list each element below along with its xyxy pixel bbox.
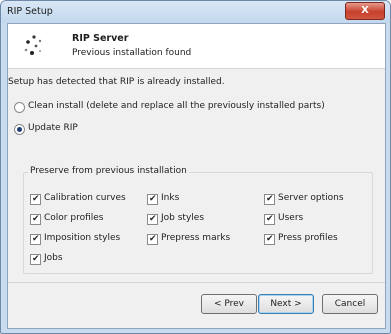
check-icon: ✔ — [266, 214, 274, 224]
checkbox-server-options[interactable]: ✔ — [264, 194, 275, 205]
check-icon: ✔ — [149, 234, 157, 244]
check-icon: ✔ — [149, 194, 157, 204]
clean-install-radio[interactable] — [14, 102, 25, 113]
label-server-options[interactable]: Server options — [278, 193, 344, 203]
checkbox-jobs[interactable]: ✔ — [30, 254, 41, 265]
label-prepress-marks[interactable]: Prepress marks — [161, 233, 230, 243]
check-icon: ✔ — [266, 234, 274, 244]
close-button[interactable]: X — [345, 2, 385, 20]
radio-selected-dot — [17, 127, 22, 132]
update-rip-radio[interactable] — [14, 124, 25, 135]
check-icon: ✔ — [32, 194, 40, 204]
title-bar[interactable]: RIP Setup X — [1, 1, 390, 23]
label-calibration-curves[interactable]: Calibration curves — [44, 193, 126, 203]
next-button[interactable]: Next > — [258, 294, 314, 314]
header-subtitle: Previous installation found — [72, 48, 192, 58]
cancel-button[interactable]: Cancel — [322, 294, 378, 314]
checkbox-imposition-styles[interactable]: ✔ — [30, 234, 41, 245]
label-color-profiles[interactable]: Color profiles — [44, 213, 103, 223]
checkbox-color-profiles[interactable]: ✔ — [30, 214, 41, 225]
checkbox-calibration-curves[interactable]: ✔ — [30, 194, 41, 205]
window-title: RIP Setup — [7, 6, 53, 17]
update-rip-label[interactable]: Update RIP — [28, 123, 78, 133]
check-icon: ✔ — [32, 214, 40, 224]
checkbox-job-styles[interactable]: ✔ — [147, 214, 158, 225]
setup-window: RIP Setup X RIP Server Previous installa… — [0, 0, 391, 334]
check-icon: ✔ — [32, 254, 40, 264]
preserve-group — [23, 172, 373, 274]
preserve-group-label: Preserve from previous installation — [28, 166, 189, 176]
label-jobs[interactable]: Jobs — [44, 253, 63, 263]
prev-button[interactable]: < Prev — [201, 294, 257, 314]
header-title: RIP Server — [72, 33, 129, 44]
check-icon: ✔ — [149, 214, 157, 224]
check-icon: ✔ — [32, 234, 40, 244]
checkbox-inks[interactable]: ✔ — [147, 194, 158, 205]
checkbox-press-profiles[interactable]: ✔ — [264, 234, 275, 245]
wizard-header: RIP Server Previous installation found — [8, 24, 385, 69]
checkbox-users[interactable]: ✔ — [264, 214, 275, 225]
footer-divider — [8, 282, 385, 283]
rip-logo-icon — [24, 35, 42, 55]
label-press-profiles[interactable]: Press profiles — [278, 233, 338, 243]
label-job-styles[interactable]: Job styles — [161, 213, 204, 223]
intro-text: Setup has detected that RIP is already i… — [8, 77, 225, 87]
label-users[interactable]: Users — [278, 213, 303, 223]
label-imposition-styles[interactable]: Imposition styles — [44, 233, 120, 243]
clean-install-label[interactable]: Clean install (delete and replace all th… — [28, 101, 325, 111]
label-inks[interactable]: Inks — [161, 193, 179, 203]
checkbox-prepress-marks[interactable]: ✔ — [147, 234, 158, 245]
check-icon: ✔ — [266, 194, 274, 204]
dialog-body: RIP Server Previous installation found S… — [7, 23, 386, 329]
